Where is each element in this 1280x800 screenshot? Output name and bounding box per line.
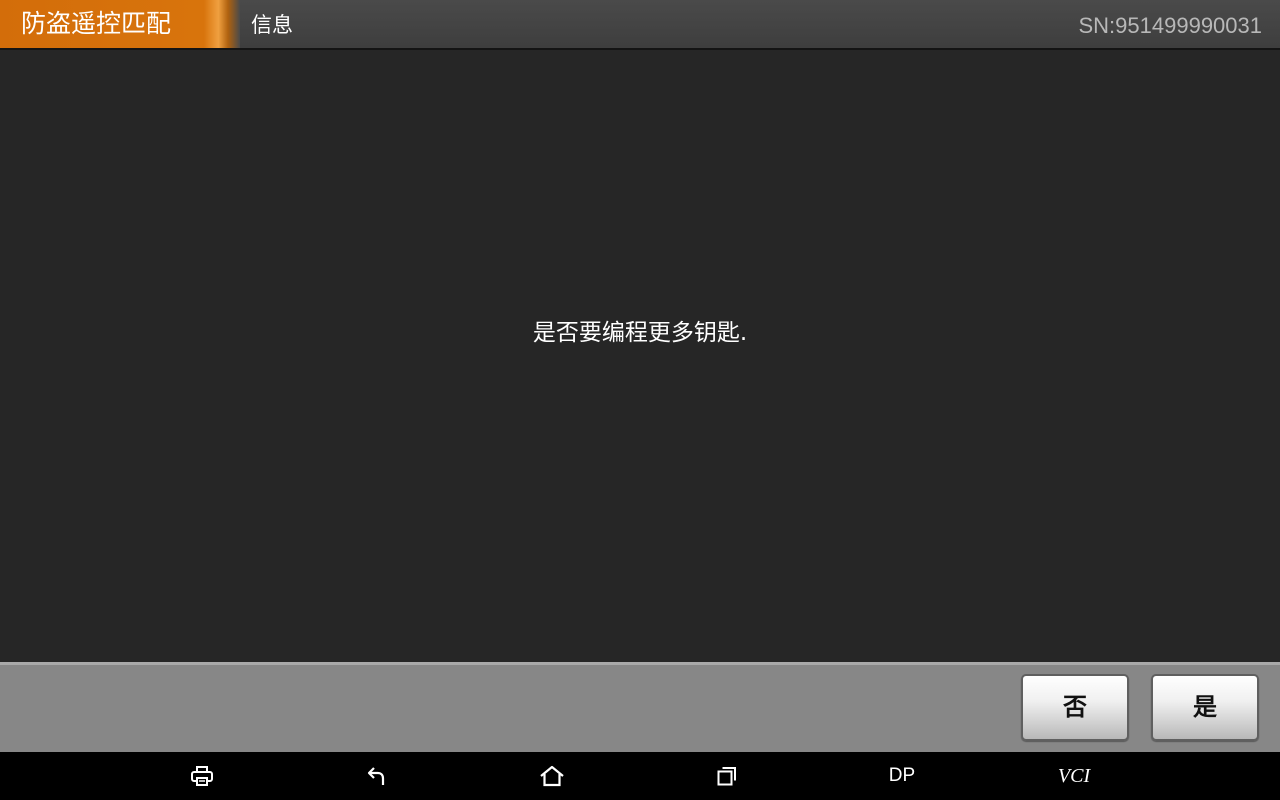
print-icon — [190, 765, 214, 787]
home-button[interactable] — [522, 752, 582, 800]
vci-button[interactable]: VCI — [1044, 752, 1104, 800]
page-title: 信息 — [251, 13, 293, 37]
vci-label: VCI — [1057, 764, 1091, 787]
system-nav-bar: DP VCI — [0, 752, 1280, 800]
no-button[interactable]: 否 — [1021, 674, 1129, 741]
recent-apps-button[interactable] — [697, 752, 757, 800]
message-panel: 是否要编程更多钥匙. — [0, 52, 1280, 662]
yes-button[interactable]: 是 — [1151, 674, 1259, 741]
app-title: 防盗遥控匹配 — [21, 9, 172, 38]
home-icon — [539, 765, 565, 787]
recent-apps-icon — [716, 765, 738, 787]
back-button[interactable] — [348, 752, 408, 800]
print-button[interactable] — [172, 752, 232, 800]
back-icon — [367, 765, 389, 787]
app-window: 防盗遥控匹配 信息 SN:951499990031 是否要编程更多钥匙. 否 是 — [0, 0, 1280, 800]
dialog-message: 是否要编程更多钥匙. — [532, 320, 748, 346]
serial-number: SN:951499990031 — [1078, 13, 1263, 38]
dp-label: DP — [888, 765, 916, 786]
dp-button[interactable]: DP — [872, 752, 932, 800]
action-bar: 否 是 — [0, 662, 1280, 752]
header-bar: 防盗遥控匹配 信息 SN:951499990031 — [0, 0, 1280, 50]
app-title-tab[interactable]: 防盗遥控匹配 — [0, 0, 240, 48]
